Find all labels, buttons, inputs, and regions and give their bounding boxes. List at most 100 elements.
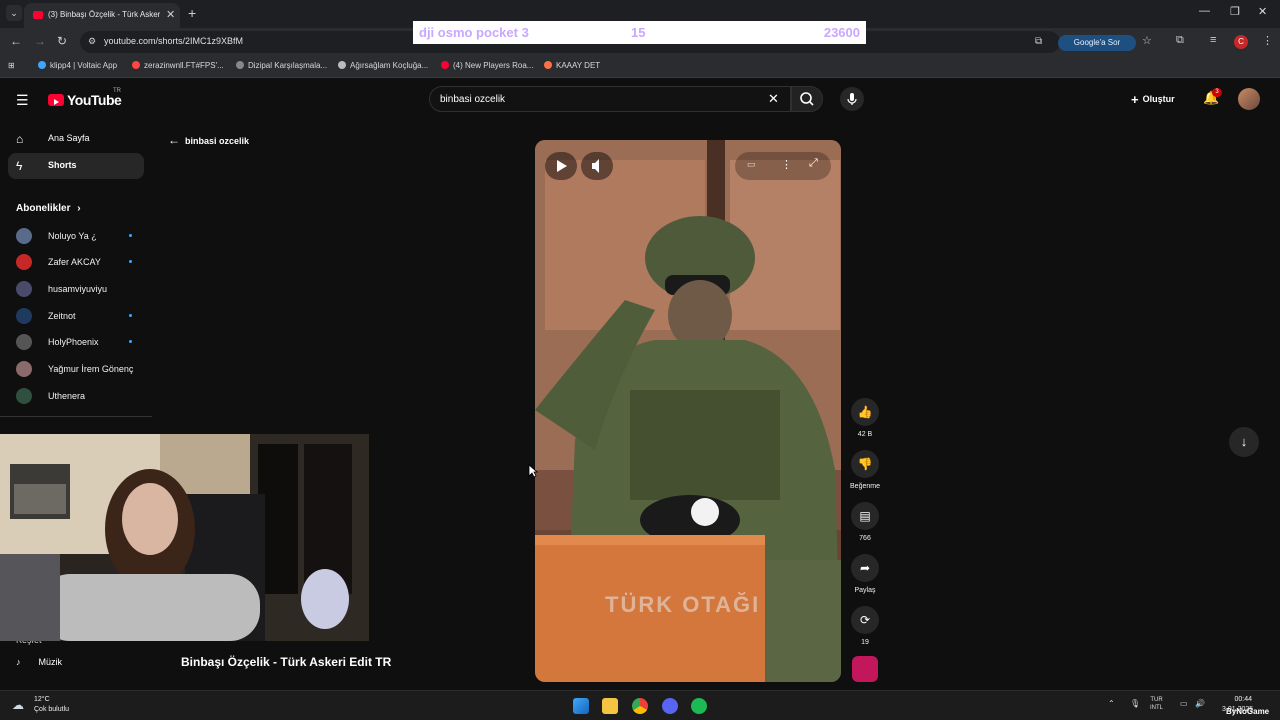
subscriptions-header[interactable]: Abonelikler › [16,203,81,214]
bookmark-item[interactable]: zerazinwnll.FT#FPS'... [132,61,224,70]
share-button[interactable]: ➦ Paylaş [851,554,879,594]
back-icon[interactable]: ← [10,34,22,48]
sidebar-divider [0,416,152,417]
file-explorer-icon[interactable] [602,698,618,714]
weather-cloud-icon[interactable]: ☁ [12,698,24,712]
site-info-icon[interactable]: ⚙ [88,36,96,47]
volume-button[interactable] [581,152,613,180]
apps-grid-icon[interactable]: ⊞ [8,61,15,70]
subscription-item[interactable]: Noluyo Ya ¿ [16,228,136,244]
spotify-icon[interactable] [691,698,707,714]
search-input[interactable]: binbasi ozcelik [429,86,791,112]
fullscreen-icon[interactable]: ⤢ [809,157,818,170]
discord-icon[interactable] [662,698,678,714]
browser-profile-avatar[interactable]: C [1234,35,1248,49]
streamer-webcam [0,434,369,641]
back-to-search-link[interactable]: ← binbasi ozcelik [168,133,249,147]
microphone-icon [847,93,857,105]
hamburger-menu-icon[interactable]: ☰ [16,92,29,109]
sound-thumbnail[interactable] [852,656,878,682]
like-button[interactable]: 👍 42 B [851,398,879,438]
forward-icon[interactable]: → [34,34,46,48]
create-button[interactable]: + Oluştur [1131,92,1175,107]
minimize-icon[interactable]: — [1199,5,1210,17]
windows-start-icon[interactable] [573,698,589,714]
notification-count-badge: 3 [1212,88,1222,97]
youtube-logo[interactable]: YouTube [48,92,122,108]
tab-close-icon[interactable]: ✕ [166,8,175,21]
install-icon[interactable]: ⧉ [1035,36,1042,47]
google-ask-button[interactable]: Google'a Sor [1058,35,1136,51]
search-icon [800,92,814,106]
captions-icon[interactable]: ▭ [747,159,756,170]
new-content-dot [129,340,132,343]
browser-tab[interactable]: (3) Binbaşı Özçelik - Türk Askeri ✕ [24,3,180,28]
chrome-icon[interactable] [632,698,648,714]
video-watermark: TÜRK OTAĞI [605,592,761,617]
restore-icon[interactable]: ❐ [1230,5,1240,18]
arrow-left-icon: ← [168,133,180,147]
new-content-dot [129,260,132,263]
voice-search-button[interactable] [840,87,864,111]
comment-icon: ▤ [851,502,879,530]
mouse-cursor-icon [528,464,538,478]
thumbs-down-icon: 👎 [851,450,879,478]
short-video-player[interactable]: ▭ ⋮ ⤢ TÜRK OTAĞI [535,140,841,682]
mic-tray-icon[interactable]: 🎙 [1130,699,1140,708]
volume-icon [592,159,599,173]
short-title[interactable]: Binbaşı Özçelik - Türk Askeri Edit TR [181,655,391,669]
sidebar-item-shorts[interactable]: ϟ Shorts [8,153,144,179]
account-avatar[interactable] [1238,88,1260,110]
url-text: youtube.com/shorts/2IMC1z9XBfM [104,36,244,46]
home-icon: ⌂ [16,132,24,146]
search-button[interactable] [791,86,823,112]
weather-widget[interactable]: 12°C Çok bulutlu [34,695,69,715]
language-indicator[interactable]: TUR INTL [1150,696,1163,712]
more-options-icon[interactable]: ⋮ [781,158,792,171]
subscription-item[interactable]: Yağmur İrem Gönenç [16,361,136,377]
dislike-button[interactable]: 👎 Beğenme [850,450,880,490]
subscription-item[interactable]: HolyPhoenix [16,334,136,350]
bookmark-item[interactable]: (4) New Players Roa... [441,61,533,70]
subscription-item[interactable]: husamviyuviyu [16,281,136,297]
share-icon: ➦ [851,554,879,582]
subscription-item[interactable]: Zeitnot [16,308,136,324]
remix-count: 19 [861,639,869,646]
youtube-play-logo-icon [48,94,64,106]
close-window-icon[interactable]: ✕ [1258,5,1267,18]
search-query-text: binbasi ozcelik [440,94,506,105]
media-control-icon[interactable]: ≡ [1210,34,1216,46]
channel-avatar [16,361,32,377]
next-short-button[interactable]: ↓ [1229,427,1259,457]
network-icon[interactable]: ▭ [1180,699,1188,708]
comment-count: 766 [859,535,871,542]
bookmark-item[interactable]: Ağırsağlam Koçluğa... [338,61,428,70]
speaker-icon[interactable]: 🔊 [1195,699,1205,708]
browser-menu-icon[interactable]: ⋮ [1262,34,1273,47]
bookmark-item[interactable]: Dizipal Karşılaşmala... [236,61,327,70]
subscription-item[interactable]: Zafer AKCAY [16,254,136,270]
shorts-icon: ϟ [16,159,23,173]
sidebar-item-music[interactable]: ♪ Müzik [16,657,62,667]
remix-icon: ⟳ [851,606,879,634]
music-note-icon: ♪ [16,657,21,667]
arrow-down-icon: ↓ [1240,434,1248,449]
play-button[interactable] [545,152,577,180]
bookmarks-bar: ⊞ klipp4 | Voltaic App zerazinwnll.FT#FP… [0,56,1280,78]
extensions-icon[interactable]: ⧉ [1176,34,1184,47]
subscription-item[interactable]: Uthenera [16,388,136,404]
sidebar-item-home[interactable]: ⌂ Ana Sayfa [8,126,144,152]
clear-search-icon[interactable]: ✕ [768,91,779,107]
channel-avatar [16,254,32,270]
plus-icon: + [1131,92,1139,107]
bookmark-star-icon[interactable]: ☆ [1142,34,1152,47]
new-tab-icon[interactable]: + [188,5,196,21]
tray-overflow-icon[interactable]: ⌃ [1108,699,1115,708]
channel-avatar [16,281,32,297]
comments-button[interactable]: ▤ 766 [851,502,879,542]
tab-list-button[interactable]: ⌄ [6,5,22,21]
reload-icon[interactable]: ↻ [57,34,67,48]
remix-button[interactable]: ⟳ 19 [851,606,879,646]
bookmark-item[interactable]: klipp4 | Voltaic App [38,61,117,70]
bookmark-item[interactable]: KAAAY DET [544,61,600,70]
